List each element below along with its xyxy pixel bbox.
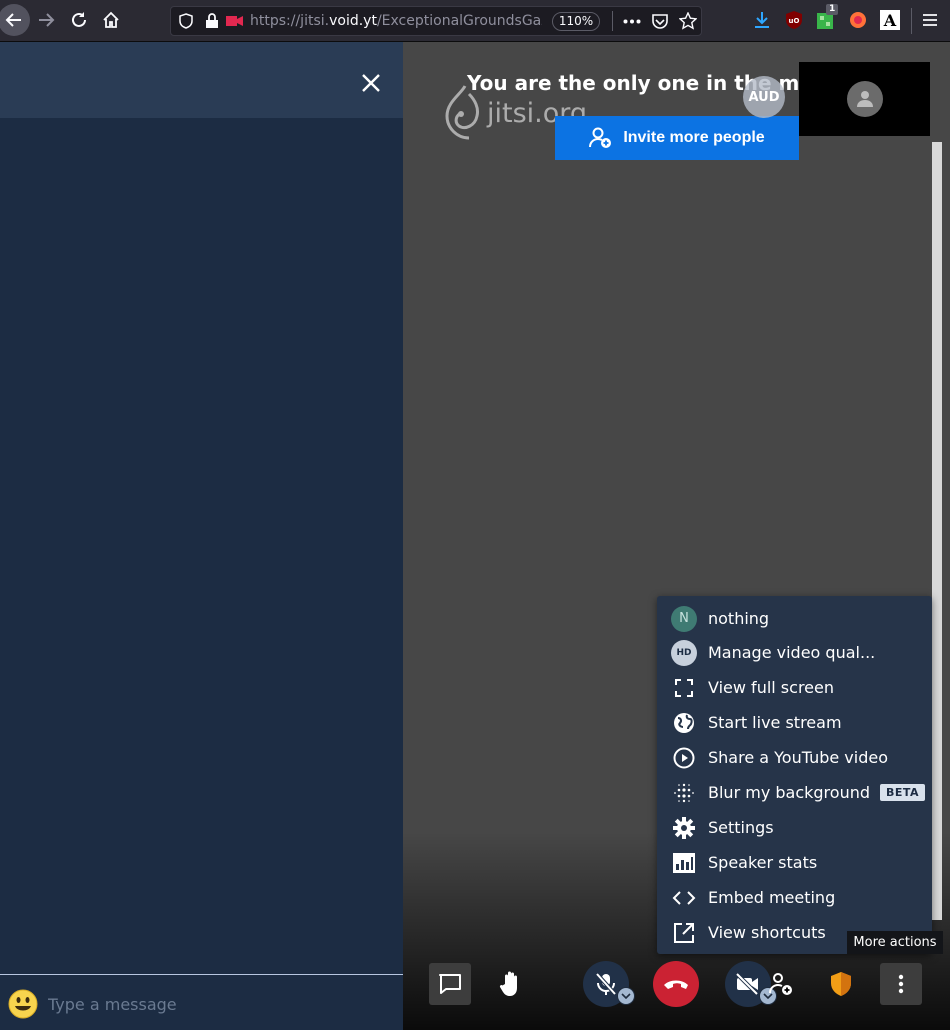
menu-item-label: Settings <box>708 818 774 837</box>
downloads-button[interactable] <box>752 10 772 30</box>
menu-item-label: View full screen <box>708 678 834 697</box>
microphone-options-button[interactable] <box>617 987 635 1005</box>
shield-icon <box>831 972 851 996</box>
menu-item-label: Share a YouTube video <box>708 748 888 767</box>
fox-extension-icon <box>850 12 866 28</box>
shield-tracking-icon[interactable] <box>178 13 194 29</box>
menu-item-blur-background[interactable]: Blur my background BETA <box>657 775 932 810</box>
reload-icon <box>72 12 86 27</box>
menu-item-label: Embed meeting <box>708 888 836 907</box>
menu-item-live-stream[interactable]: Start live stream <box>657 705 932 740</box>
menu-item-manage-video-quality[interactable]: HD Manage video qual... <box>657 635 932 670</box>
pocket-icon[interactable] <box>651 13 669 30</box>
menu-item-label: Speaker stats <box>708 853 818 872</box>
home-button[interactable] <box>95 4 127 36</box>
more-vertical-icon <box>898 974 904 994</box>
reload-button[interactable] <box>63 4 95 36</box>
smiley-icon[interactable] <box>8 989 38 1019</box>
extension-badge: 1 <box>826 4 839 15</box>
chat-icon <box>439 974 461 994</box>
browser-toolbar: https://jitsi.void.yt/ExceptionalGrounds… <box>0 0 950 42</box>
ublock-extension-button[interactable]: uO <box>784 10 804 30</box>
download-icon <box>755 12 769 28</box>
security-options-button[interactable] <box>820 963 862 1005</box>
app-menu-button[interactable] <box>920 10 940 30</box>
fox-extension-button[interactable] <box>848 10 868 30</box>
arrow-left-icon <box>5 13 21 27</box>
chevron-down-icon <box>621 993 631 999</box>
more-actions-tooltip: More actions <box>847 931 943 954</box>
menu-item-embed-meeting[interactable]: Embed meeting <box>657 880 932 915</box>
zoom-level-badge[interactable]: 110% <box>552 12 600 31</box>
url-domain: void.yt <box>329 13 377 29</box>
globe-icon <box>671 710 697 736</box>
invite-button-label: Invite more people <box>623 129 765 146</box>
user-icon <box>857 91 873 107</box>
lock-icon[interactable] <box>205 13 219 29</box>
profile-avatar: N <box>671 605 697 632</box>
beta-badge: BETA <box>880 784 926 801</box>
phone-hangup-icon <box>664 980 688 989</box>
svg-text:uO: uO <box>789 17 800 25</box>
menu-item-profile[interactable]: N nothing <box>657 601 932 636</box>
camera-permission-icon[interactable] <box>226 14 244 28</box>
add-person-icon <box>589 127 612 148</box>
address-bar[interactable]: https://jitsi.void.yt/ExceptionalGrounds… <box>170 6 702 36</box>
ublock-icon: uO <box>786 11 802 29</box>
close-icon[interactable] <box>358 70 384 96</box>
menu-item-label: nothing <box>708 609 770 628</box>
chat-panel <box>0 42 403 1030</box>
menu-item-label: Start live stream <box>708 713 842 732</box>
chat-header <box>0 42 403 118</box>
bar-chart-icon <box>671 850 697 876</box>
url-prefix: https://jitsi. <box>250 13 330 29</box>
bookmark-star-icon[interactable] <box>679 12 697 30</box>
font-extension-button[interactable]: A <box>880 10 900 30</box>
chat-toggle-button[interactable] <box>429 963 471 1005</box>
camera-off-icon <box>735 973 759 995</box>
url-text: https://jitsi.void.yt/ExceptionalGrounds… <box>250 13 542 29</box>
multi-account-extension-button[interactable]: 1 <box>816 4 839 30</box>
home-icon <box>103 11 119 28</box>
more-actions-button[interactable] <box>880 963 922 1005</box>
filmstrip-scrollbar[interactable] <box>932 142 942 920</box>
url-path: /ExceptionalGroundsGaz <box>376 13 542 29</box>
participants-button[interactable] <box>760 963 802 1005</box>
menu-item-speaker-stats[interactable]: Speaker stats <box>657 845 932 880</box>
toolbar-separator <box>911 8 912 34</box>
invite-more-people-button[interactable]: Invite more people <box>555 116 799 160</box>
gear-icon <box>671 815 697 841</box>
forward-button[interactable] <box>30 4 62 36</box>
url-separator <box>612 11 613 31</box>
avatar-n-icon: N <box>671 605 697 632</box>
hd-badge: HD <box>671 639 697 666</box>
play-circle-icon <box>671 745 697 771</box>
blur-icon <box>671 780 697 806</box>
participants-add-icon <box>769 973 792 995</box>
chat-message-input[interactable] <box>48 991 388 1017</box>
menu-item-share-youtube[interactable]: Share a YouTube video <box>657 740 932 775</box>
local-avatar <box>847 81 883 117</box>
remote-participant-avatar[interactable]: AUD <box>743 76 785 118</box>
fullscreen-icon <box>671 675 697 701</box>
microphone-muted-icon <box>595 972 617 996</box>
more-actions-menu: N nothing HD Manage video qual... View f… <box>657 596 932 954</box>
menu-item-label: Manage video qual... <box>708 643 876 662</box>
hangup-button[interactable] <box>653 961 699 1007</box>
menu-item-full-screen[interactable]: View full screen <box>657 670 932 705</box>
raise-hand-icon <box>499 971 517 996</box>
chat-input-bar <box>0 974 403 1030</box>
hamburger-icon <box>923 14 937 26</box>
raise-hand-button[interactable] <box>491 963 533 1005</box>
menu-item-label: View shortcuts <box>708 923 826 942</box>
page-actions-icon[interactable] <box>623 19 641 24</box>
arrow-right-icon <box>39 13 55 27</box>
hd-icon: HD <box>671 639 697 666</box>
menu-item-settings[interactable]: Settings <box>657 810 932 845</box>
back-button[interactable] <box>0 4 30 36</box>
menu-item-label: Blur my background <box>708 783 870 802</box>
external-link-icon <box>671 920 697 946</box>
local-video-thumbnail[interactable] <box>799 62 930 136</box>
code-icon <box>671 885 697 911</box>
